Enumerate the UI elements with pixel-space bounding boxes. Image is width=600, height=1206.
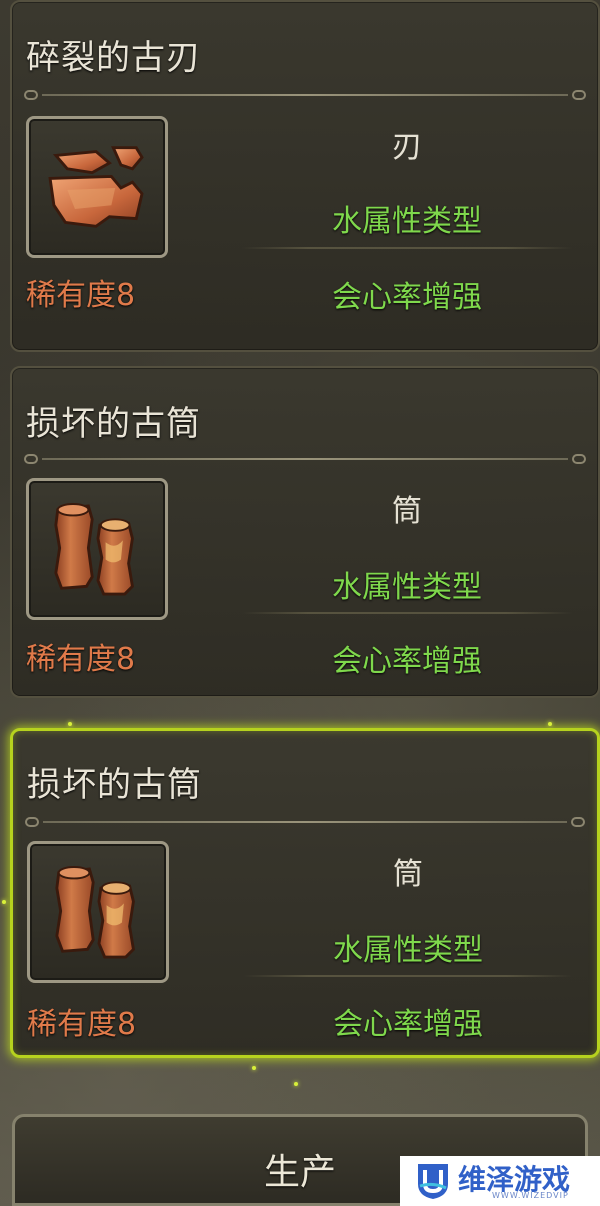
- material-card-1[interactable]: 碎裂的古刃 稀有度8 刃 水属性类型 会心率增强: [10, 0, 600, 352]
- element-type: 水属性类型: [332, 570, 482, 605]
- watermark: 维泽游戏 WWW.WIZEDVIP: [400, 1156, 600, 1206]
- bonus-effect: 会心率增强: [332, 644, 482, 679]
- sparkle: [548, 722, 552, 726]
- sparkle: [252, 1066, 256, 1070]
- bonus-effect: 会心率增强: [332, 280, 482, 315]
- rarity-label: 稀有度8: [26, 642, 136, 677]
- title-divider: [21, 817, 589, 827]
- title-divider: [20, 454, 590, 464]
- weapon-type: 刃: [392, 130, 422, 165]
- broken-tube-icon: [27, 841, 169, 983]
- element-type: 水属性类型: [332, 204, 482, 239]
- rarity-label: 稀有度8: [27, 1007, 137, 1042]
- card-title: 损坏的古筒: [26, 404, 201, 444]
- sparkle: [2, 900, 6, 904]
- bonus-effect: 会心率增强: [333, 1007, 483, 1042]
- weapon-type: 筒: [392, 494, 422, 529]
- weapon-type: 筒: [393, 857, 423, 892]
- card-title: 碎裂的古刃: [26, 38, 201, 78]
- watermark-subtext: WWW.WIZEDVIP: [492, 1191, 569, 1200]
- rarity-label: 稀有度8: [26, 278, 136, 313]
- broken-blade-icon: [26, 116, 168, 258]
- stat-divider: [242, 247, 572, 249]
- stat-divider: [242, 612, 572, 614]
- sparkle: [68, 722, 72, 726]
- broken-tube-icon: [26, 478, 168, 620]
- title-divider: [20, 90, 590, 100]
- stat-divider: [243, 975, 573, 977]
- element-type: 水属性类型: [333, 933, 483, 968]
- sparkle: [294, 1082, 298, 1086]
- material-card-3-selected[interactable]: 损坏的古筒 稀有度8 筒 水属性类型 会心率增强: [10, 728, 600, 1058]
- card-title: 损坏的古筒: [27, 765, 202, 805]
- material-card-2[interactable]: 损坏的古筒 稀有度8 筒 水属性类型 会心率增强: [10, 366, 600, 698]
- watermark-logo-icon: [418, 1164, 448, 1199]
